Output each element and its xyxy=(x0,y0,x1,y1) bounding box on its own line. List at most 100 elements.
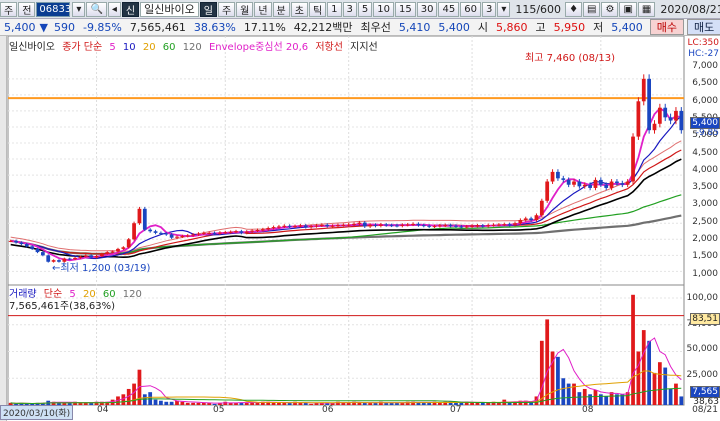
legend-support: 지지선 xyxy=(350,42,378,53)
volume-bar xyxy=(609,392,614,405)
search-icon[interactable]: 🔍 xyxy=(86,1,107,17)
candle-body xyxy=(239,231,244,233)
pct-tag: -9.85 xyxy=(695,128,719,138)
interval-button-8[interactable]: 3 xyxy=(481,1,497,17)
market-select[interactable]: 주 xyxy=(0,1,18,17)
volume-bar xyxy=(636,351,641,405)
stock-code-input[interactable]: 068330 xyxy=(36,1,78,17)
volume-bar xyxy=(470,402,474,405)
period-tab-1[interactable]: 월 xyxy=(236,1,254,17)
volume-bar xyxy=(631,294,635,405)
open-label: 시 xyxy=(477,21,489,34)
price-tick: 6,000 xyxy=(692,95,718,106)
candle-body xyxy=(287,225,292,227)
volume-bar xyxy=(507,402,512,405)
legend-ma5: 5 xyxy=(109,42,116,53)
interval-button-3[interactable]: 10 xyxy=(373,1,395,17)
volume-bar xyxy=(421,402,426,405)
volume-bar xyxy=(282,402,287,405)
volume-bar xyxy=(566,383,571,405)
interval-button-5[interactable]: 30 xyxy=(416,1,438,17)
candle-body xyxy=(35,248,40,253)
volume-bar xyxy=(153,399,158,405)
buy-button[interactable]: 매수 xyxy=(649,19,685,35)
volume-bar xyxy=(159,400,163,405)
candle-body xyxy=(153,231,158,233)
period-select[interactable]: 전 xyxy=(18,1,36,17)
period-tab-2[interactable]: 년 xyxy=(254,1,272,17)
x-tick-month: 07 xyxy=(450,405,462,415)
volume-bar xyxy=(255,402,260,405)
candle-body xyxy=(83,255,88,257)
candle-body xyxy=(378,224,383,226)
high-price: 5,950 xyxy=(553,20,586,34)
fit-icon[interactable]: ▤ xyxy=(583,1,601,17)
interval-button-4[interactable]: 15 xyxy=(395,1,416,17)
price-y-axis: 7,0006,5006,0005,5005,0004,5004,0003,500… xyxy=(684,36,720,281)
volume-bar xyxy=(341,402,346,405)
query-date[interactable]: 2020/08/21 xyxy=(656,2,720,17)
period-tab-0[interactable]: 주 xyxy=(217,1,236,17)
candle-body xyxy=(620,183,625,185)
candle-body xyxy=(175,236,179,238)
calendar-icon[interactable]: ▦ xyxy=(637,1,656,17)
candle-body xyxy=(368,224,373,227)
interval-button-1[interactable]: 3 xyxy=(342,1,357,17)
volume-bar xyxy=(132,383,136,405)
prev-stock-icon[interactable]: ◂ xyxy=(107,1,121,17)
volume-bar xyxy=(539,340,544,405)
candle-body xyxy=(132,223,136,240)
candle-body xyxy=(416,223,421,226)
interval-button-0[interactable]: 1 xyxy=(327,1,342,17)
save-icon[interactable]: ▣ xyxy=(619,1,637,17)
candle-body xyxy=(234,231,238,233)
legend-ma-label: 종가 단순 xyxy=(62,42,103,53)
open-price: 5,860 xyxy=(496,20,528,34)
data-count: 115/600 xyxy=(515,2,562,16)
candle-body xyxy=(341,224,346,226)
candle-body xyxy=(266,228,271,230)
candle-body xyxy=(480,225,485,227)
candle-body xyxy=(545,181,550,201)
candle-body xyxy=(89,255,94,258)
settings-icon[interactable]: ⚙ xyxy=(601,1,619,17)
candle-body xyxy=(550,171,555,182)
low-label: 저 xyxy=(593,21,604,34)
quote-bar: 5,400 ▼ 590 -9.85% 7,565,461 38.63% 17.1… xyxy=(0,19,720,36)
interval-button-6[interactable]: 45 xyxy=(438,1,460,17)
candle-body xyxy=(126,239,131,248)
interval-dropdown-icon[interactable]: ▾ xyxy=(497,1,511,17)
candle-body xyxy=(14,240,18,243)
interval-button-2[interactable]: 5 xyxy=(357,1,373,17)
interval-button-7[interactable]: 60 xyxy=(460,1,481,17)
volume-info: 7,565,461주(38,63%) xyxy=(9,301,116,312)
period-tab-5[interactable]: 틱 xyxy=(308,1,327,17)
candle-body xyxy=(663,107,668,118)
volume-bar xyxy=(185,402,190,405)
candle-body xyxy=(400,224,405,226)
candle-body xyxy=(470,225,474,227)
candle-body xyxy=(250,230,254,232)
volume-bar xyxy=(362,402,367,405)
code-dropdown-icon[interactable]: ▾ xyxy=(72,1,86,17)
candle-body xyxy=(303,225,308,228)
candle-body xyxy=(674,110,678,121)
volume-bar xyxy=(244,402,249,405)
candle-body xyxy=(405,224,410,226)
price-tick: 7,000 xyxy=(692,61,718,71)
legend-ma10: 10 xyxy=(122,42,136,53)
candle-body xyxy=(556,171,560,179)
candle-body xyxy=(346,224,351,226)
candle-body xyxy=(228,231,233,233)
chart-area[interactable] xyxy=(0,36,720,421)
period-tab-day[interactable]: 일 xyxy=(199,1,217,17)
period-tab-4[interactable]: 초 xyxy=(290,1,308,17)
high-annotation: 최고 7,460 (08/13) xyxy=(525,53,616,64)
period-tab-3[interactable]: 분 xyxy=(272,1,290,17)
sell-button[interactable]: 매도 xyxy=(687,19,720,35)
zoom-icon[interactable]: ♦ xyxy=(565,1,583,17)
candle-body xyxy=(427,225,432,227)
candle-body xyxy=(421,225,426,227)
candle-body xyxy=(78,256,83,258)
legend-stock-name: 일신바이오 xyxy=(9,42,55,53)
